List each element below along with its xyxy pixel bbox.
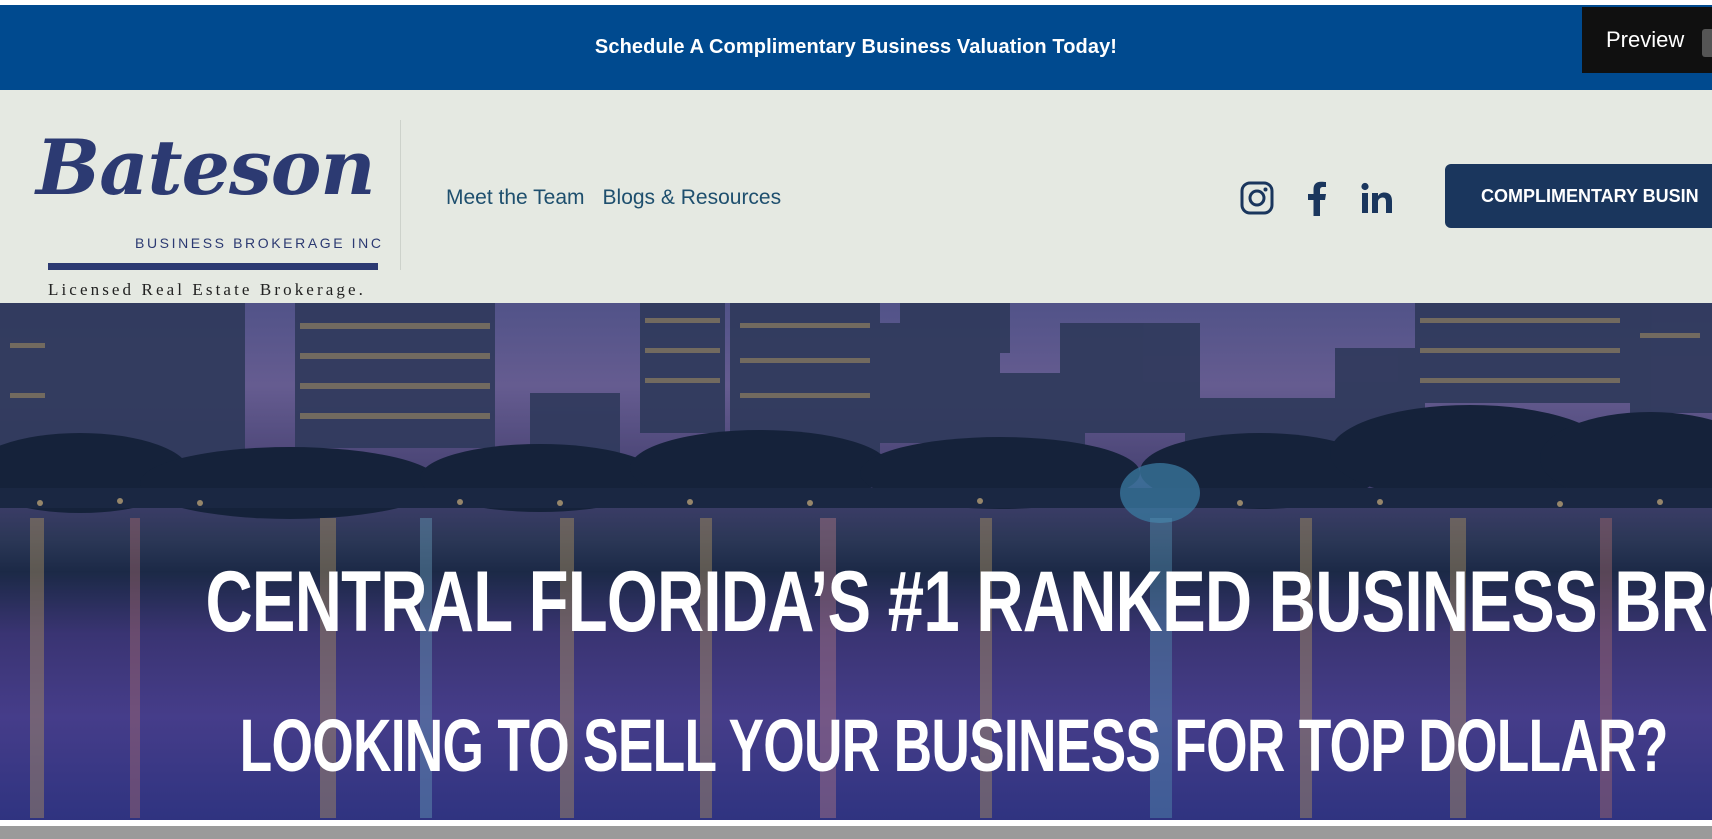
cta-label: COMPLIMENTARY BUSIN	[1481, 185, 1699, 206]
logo-subtitle: BUSINESS BROKERAGE INC	[135, 235, 384, 251]
preview-label: Preview	[1606, 27, 1685, 52]
header-divider	[400, 120, 401, 270]
nav-meet-the-team[interactable]: Meet the Team	[446, 186, 585, 210]
logo[interactable]: Bateson BUSINESS BROKERAGE INC Licensed …	[30, 123, 400, 300]
logo-underline	[48, 263, 378, 270]
site-header: Bateson BUSINESS BROKERAGE INC Licensed …	[0, 90, 1712, 303]
nav-blogs-resources[interactable]: Blogs & Resources	[603, 186, 782, 210]
facebook-icon[interactable]	[1300, 178, 1334, 218]
main-nav: Meet the Team Blogs & Resources	[446, 186, 781, 210]
logo-script-name: Bateson	[36, 123, 376, 212]
hero-banner: CENTRAL FLORIDA’S #1 RANKED BUSINESS BRO…	[0, 303, 1712, 820]
next-section-edge	[0, 826, 1712, 839]
logo-tagline: Licensed Real Estate Brokerage.	[48, 280, 366, 299]
linkedin-icon[interactable]	[1360, 178, 1394, 218]
hero-subheadline: LOOKING TO SELL YOUR BUSINESS FOR TOP DO…	[239, 704, 1669, 787]
social-links	[1240, 178, 1394, 218]
announcement-bar[interactable]: Schedule A Complimentary Business Valuat…	[0, 5, 1712, 90]
announcement-text[interactable]: Schedule A Complimentary Business Valuat…	[595, 36, 1117, 59]
complimentary-cta-button[interactable]: COMPLIMENTARY BUSIN	[1445, 164, 1712, 228]
instagram-icon[interactable]	[1240, 178, 1274, 218]
preview-button[interactable]: Preview	[1582, 7, 1712, 73]
preview-toggle-edge[interactable]	[1702, 29, 1712, 57]
hero-headline: CENTRAL FLORIDA’S #1 RANKED BUSINESS BRO…	[205, 554, 1712, 650]
